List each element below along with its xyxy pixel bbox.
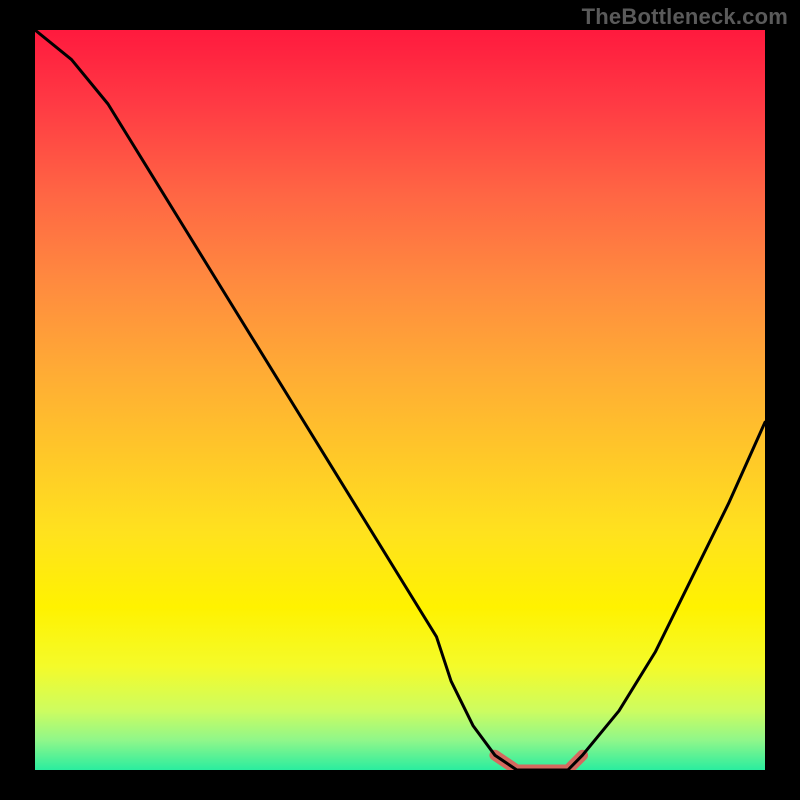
plot-area — [35, 30, 765, 770]
bottleneck-curve — [35, 30, 765, 770]
watermark-label: TheBottleneck.com — [582, 4, 788, 30]
chart-svg — [35, 30, 765, 770]
chart-frame: TheBottleneck.com — [0, 0, 800, 800]
